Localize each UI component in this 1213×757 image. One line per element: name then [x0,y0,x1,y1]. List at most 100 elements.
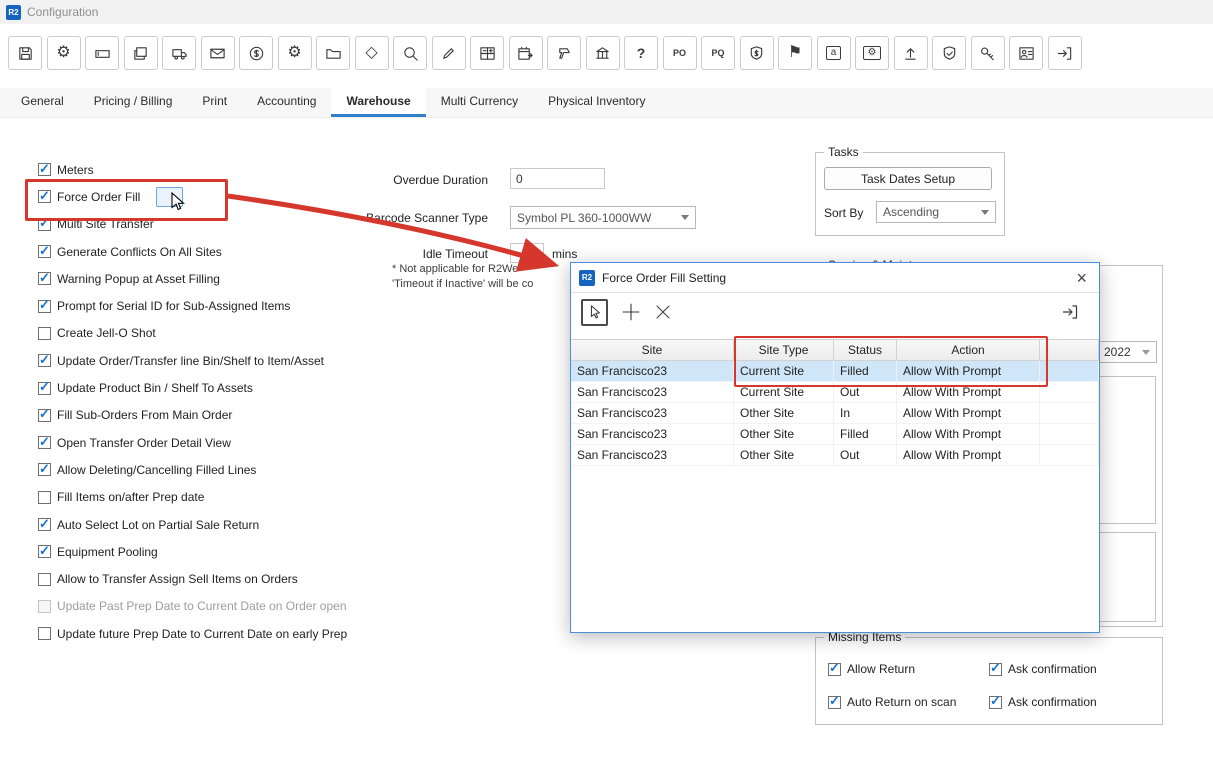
app-logo-icon: R2 [6,5,21,20]
checkbox-update-order-transfer-bin[interactable]: Update Order/Transfer line Bin/Shelf to … [38,347,347,374]
help-icon[interactable]: ? [624,36,658,70]
table-row[interactable]: San Francisco23Other SiteFilledAllow Wit… [571,424,1099,445]
checkbox-fill-sub-orders[interactable]: Fill Sub-Orders From Main Order [38,402,347,429]
checkbox-create-jello-shot[interactable]: Create Jell-O Shot [38,320,347,347]
checkbox-box[interactable] [828,663,841,676]
checkbox-box[interactable] [38,300,51,313]
purchase-order-icon[interactable]: PO [663,36,697,70]
exit-icon[interactable] [1048,36,1082,70]
security-shield-icon[interactable] [932,36,966,70]
tab-print[interactable]: Print [187,88,242,117]
checkbox-box[interactable] [38,218,51,231]
checkbox-update-product-bin[interactable]: Update Product Bin / Shelf To Assets [38,374,347,401]
checkbox-generate-conflicts[interactable]: Generate Conflicts On All Sites [38,238,347,265]
checkbox-box[interactable] [38,327,51,340]
table-row[interactable]: San Francisco23Other SiteInAllow With Pr… [571,403,1099,424]
idle-timeout-input[interactable] [510,243,544,263]
checkbox-box[interactable] [38,491,51,504]
price-tag-icon[interactable]: ◇ [355,36,389,70]
flag-icon[interactable]: ⚑ [778,36,812,70]
user-badge-icon[interactable] [1009,36,1043,70]
barcode-scanner-icon[interactable] [547,36,581,70]
select-tool-icon[interactable] [581,299,608,326]
column-header-site-type[interactable]: Site Type [734,339,834,361]
tab-general[interactable]: General [6,88,79,117]
checkbox-auto-return-on-scan[interactable]: Auto Return on scan [828,695,956,709]
checkbox-box[interactable] [38,354,51,367]
checkbox-box[interactable] [38,245,51,258]
window-title: Configuration [27,5,98,19]
table-row[interactable]: San Francisco23Current SiteFilledAllow W… [571,361,1099,382]
checkbox-warning-popup[interactable]: Warning Popup at Asset Filling [38,265,347,292]
sort-by-select[interactable]: Ascending [876,201,996,223]
task-dates-setup-button[interactable]: Task Dates Setup [824,167,992,190]
price-search-icon[interactable] [393,36,427,70]
checkbox-force-order-fill[interactable]: Force Order Fill [38,183,347,210]
tab-warehouse[interactable]: Warehouse [331,88,425,117]
dialog-close-icon[interactable]: × [1072,269,1091,287]
pen-icon[interactable] [432,36,466,70]
currency-shield-icon[interactable] [740,36,774,70]
checkbox-box[interactable] [38,463,51,476]
checkbox-box[interactable] [38,573,51,586]
checkbox-allow-transfer-assign-sell[interactable]: Allow to Transfer Assign Sell Items on O… [38,565,347,592]
module-settings-icon[interactable]: ⚙ [278,36,312,70]
checkbox-auto-select-lot[interactable]: Auto Select Lot on Partial Sale Return [38,511,347,538]
access-key-icon[interactable] [971,36,1005,70]
table-row[interactable]: San Francisco23Other SiteOutAllow With P… [571,445,1099,466]
barcode-scanner-type-select[interactable]: Symbol PL 360-1000WW [510,206,696,229]
checkbox-ask-confirmation-return[interactable]: Ask confirmation [989,662,1097,676]
tab-physical-inventory[interactable]: Physical Inventory [533,88,660,117]
tab-multi-currency[interactable]: Multi Currency [426,88,533,117]
checkbox-box[interactable] [38,272,51,285]
document-settings-icon[interactable]: ⚙ [855,36,889,70]
checkbox-open-transfer-order[interactable]: Open Transfer Order Detail View [38,429,347,456]
checkbox-box[interactable] [38,436,51,449]
force-order-fill-settings-button[interactable] [156,187,183,207]
checkbox-box[interactable] [828,696,841,709]
tab-pricing-billing[interactable]: Pricing / Billing [79,88,188,117]
checkbox-fill-items-prep-date[interactable]: Fill Items on/after Prep date [38,484,347,511]
delete-row-icon[interactable] [654,303,672,321]
checkbox-box[interactable] [38,190,51,203]
text-field-icon[interactable] [85,36,119,70]
open-folder-icon[interactable] [316,36,350,70]
checkbox-prompt-serial-id[interactable]: Prompt for Serial ID for Sub-Assigned It… [38,292,347,319]
checkbox-box[interactable] [38,163,51,176]
price-quote-icon[interactable]: PQ [701,36,735,70]
save-icon[interactable] [8,36,42,70]
upload-icon[interactable] [894,36,928,70]
delivery-truck-icon[interactable] [162,36,196,70]
column-header-site[interactable]: Site [571,339,734,361]
checkbox-allow-deleting-filled-lines[interactable]: Allow Deleting/Cancelling Filled Lines [38,456,347,483]
checkbox-box[interactable] [38,518,51,531]
calendar-forward-icon[interactable] [509,36,543,70]
copies-icon[interactable] [124,36,158,70]
column-header-status[interactable]: Status [834,339,897,361]
checkbox-box[interactable] [989,696,1002,709]
rate-table-icon[interactable] [470,36,504,70]
checkbox-update-future-prep-date[interactable]: Update future Prep Date to Current Date … [38,620,347,647]
checkbox-multi-site-transfer[interactable]: Multi Site Transfer [38,211,347,238]
billing-settings-icon[interactable] [239,36,273,70]
checkbox-meters[interactable]: Meters [38,156,347,183]
overdue-duration-input[interactable] [510,168,605,189]
year-select[interactable]: 2022 [1097,341,1157,363]
checkbox-box[interactable] [38,382,51,395]
checkbox-box[interactable] [38,545,51,558]
checkbox-box[interactable] [38,627,51,640]
settings-icon[interactable]: ⚙ [47,36,81,70]
add-row-icon[interactable] [621,302,641,322]
document-a-icon[interactable]: a [817,36,851,70]
dialog-exit-icon[interactable] [1061,303,1079,321]
checkbox-box[interactable] [989,663,1002,676]
checkbox-ask-confirmation-scan[interactable]: Ask confirmation [989,695,1097,709]
table-row[interactable]: San Francisco23Current SiteOutAllow With… [571,382,1099,403]
bank-icon[interactable] [586,36,620,70]
checkbox-equipment-pooling[interactable]: Equipment Pooling [38,538,347,565]
checkbox-box[interactable] [38,409,51,422]
tab-accounting[interactable]: Accounting [242,88,331,117]
mail-icon[interactable] [201,36,235,70]
checkbox-allow-return[interactable]: Allow Return [828,662,915,676]
column-header-action[interactable]: Action [897,339,1040,361]
